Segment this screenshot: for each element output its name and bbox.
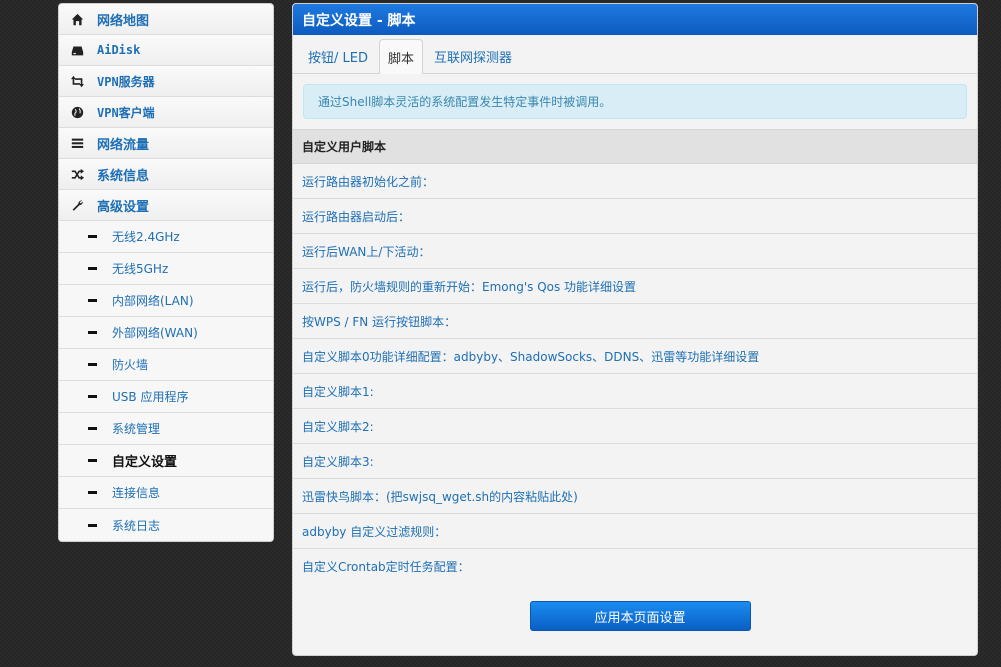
sidebar-subitem-wireless-5[interactable]: 无线5GHz <box>59 253 273 285</box>
sidebar-subitem-syslog[interactable]: 系统日志 <box>59 509 273 541</box>
sidebar-item-label: 系统信息 <box>97 168 150 184</box>
sidebar-item-vpn-server[interactable]: VPN服务器 <box>59 66 273 97</box>
sidebar-subitem-label: 外部网络(WAN) <box>112 326 198 340</box>
sidebar-subitem-connections[interactable]: 连接信息 <box>59 477 273 509</box>
tab-bar: 按钮/ LED 脚本 互联网探测器 <box>293 35 977 74</box>
hdd-icon <box>69 42 85 58</box>
script-row-firewall-restart[interactable]: 运行后，防火墙规则的重新开始：Emong's Qos 功能详细设置 <box>293 269 977 304</box>
tab-buttons-led[interactable]: 按钮/ LED <box>299 39 377 73</box>
sidebar-subitem-label: 内部网络(LAN) <box>112 294 194 308</box>
script-row-custom-2[interactable]: 自定义脚本2: <box>293 409 977 444</box>
sidebar-subitem-firewall[interactable]: 防火墙 <box>59 349 273 381</box>
dash-icon <box>88 299 97 302</box>
dash-icon <box>88 395 97 398</box>
sidebar-item-label: 高级设置 <box>97 199 150 215</box>
tab-internet-detector[interactable]: 互联网探测器 <box>425 39 521 73</box>
script-row-wan-up-down[interactable]: 运行后WAN上/下活动： <box>293 234 977 269</box>
sidebar-subitem-label: 连接信息 <box>112 486 161 500</box>
script-row-custom-0[interactable]: 自定义脚本0功能详细配置：adbyby、ShadowSocks、DDNS、迅雷等… <box>293 339 977 374</box>
dash-icon <box>88 491 97 494</box>
sidebar-subitem-label: 防火墙 <box>112 358 149 372</box>
script-row-wps-fn[interactable]: 按WPS / FN 运行按钮脚本： <box>293 304 977 339</box>
retweet-icon <box>69 73 85 89</box>
home-icon <box>69 11 85 27</box>
script-row-swjsq[interactable]: 迅雷快鸟脚本：(把swjsq_wget.sh的内容粘贴此处) <box>293 479 977 514</box>
dash-icon <box>88 331 97 334</box>
sidebar-nav: 网络地图 AiDisk VPN服务器 VPN客户端 网络流量 系统信息 高级设置… <box>58 3 274 542</box>
info-alert: 通过Shell脚本灵活的系统配置发生特定事件时被调用。 <box>303 84 967 119</box>
sidebar-subitem-lan[interactable]: 内部网络(LAN) <box>59 285 273 317</box>
sidebar-item-label: 网络流量 <box>97 137 150 153</box>
globe-icon <box>69 104 85 120</box>
sidebar-item-label: VPN客户端 <box>97 105 155 120</box>
script-row-before-init[interactable]: 运行路由器初始化之前： <box>293 164 977 199</box>
page-title: 自定义设置 - 脚本 <box>293 4 977 35</box>
dash-icon <box>88 363 97 366</box>
sidebar-subitem-label: 系统管理 <box>112 422 161 436</box>
dash-icon <box>88 459 97 462</box>
sidebar-subitem-label: 无线5GHz <box>112 262 169 276</box>
sidebar-item-label: 网络地图 <box>97 13 150 29</box>
script-row-after-start[interactable]: 运行路由器启动后： <box>293 199 977 234</box>
sidebar-subitem-wan[interactable]: 外部网络(WAN) <box>59 317 273 349</box>
script-row-adbyby-rules[interactable]: adbyby 自定义过滤规则： <box>293 514 977 549</box>
random-icon <box>69 166 85 182</box>
sidebar-item-system-info[interactable]: 系统信息 <box>59 159 273 190</box>
sidebar-subitem-usb[interactable]: USB 应用程序 <box>59 381 273 413</box>
tab-scripts[interactable]: 脚本 <box>378 39 423 74</box>
sidebar-item-vpn-client[interactable]: VPN客户端 <box>59 97 273 128</box>
apply-button[interactable]: 应用本页面设置 <box>529 601 751 631</box>
main-panel: 自定义设置 - 脚本 按钮/ LED 脚本 互联网探测器 通过Shell脚本灵活… <box>292 3 978 656</box>
sidebar-subitem-label: 无线2.4GHz <box>112 230 180 244</box>
sidebar-item-label: AiDisk <box>97 43 141 57</box>
sidebar-subitem-customization[interactable]: 自定义设置 <box>59 445 273 477</box>
script-row-crontab[interactable]: 自定义Crontab定时任务配置： <box>293 549 977 584</box>
script-row-custom-1[interactable]: 自定义脚本1: <box>293 374 977 409</box>
sidebar-item-advanced[interactable]: 高级设置 <box>59 190 273 221</box>
sidebar-item-label: VPN服务器 <box>97 74 155 89</box>
dash-icon <box>88 267 97 270</box>
section-title: 自定义用户脚本 <box>293 129 977 164</box>
dash-icon <box>88 523 97 527</box>
sidebar-subitem-label: 系统日志 <box>112 518 161 533</box>
list-icon <box>69 135 85 151</box>
sidebar-subitem-label: USB 应用程序 <box>112 390 189 404</box>
script-row-custom-3[interactable]: 自定义脚本3: <box>293 444 977 479</box>
dash-icon <box>88 235 97 238</box>
sidebar-subitem-label: 自定义设置 <box>112 455 178 470</box>
button-bar: 应用本页面设置 <box>293 601 977 631</box>
sidebar-item-traffic[interactable]: 网络流量 <box>59 128 273 159</box>
wrench-icon <box>69 197 85 213</box>
sidebar-item-network-map[interactable]: 网络地图 <box>59 4 273 35</box>
dash-icon <box>88 427 97 430</box>
sidebar-subitem-wireless-24[interactable]: 无线2.4GHz <box>59 221 273 253</box>
sidebar-subitem-admin[interactable]: 系统管理 <box>59 413 273 445</box>
sidebar-item-aidisk[interactable]: AiDisk <box>59 35 273 66</box>
